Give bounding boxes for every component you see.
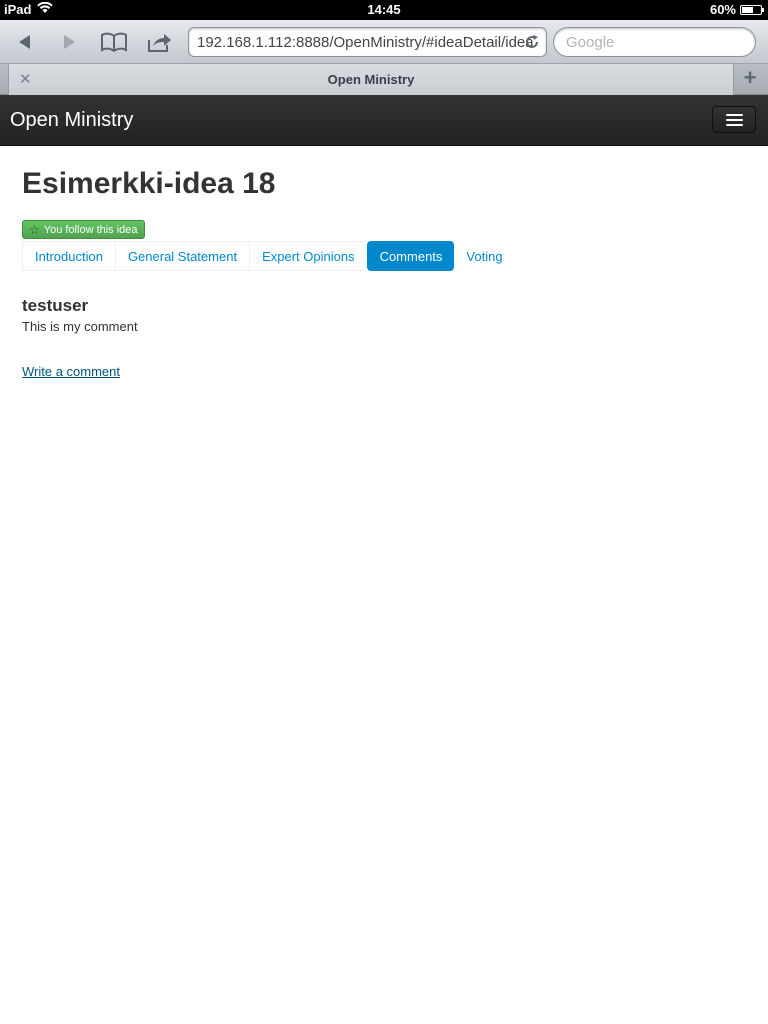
tab-comments[interactable]: Comments <box>366 241 455 271</box>
star-icon: ☆ <box>29 222 40 237</box>
brand-link[interactable]: Open Ministry <box>10 109 133 132</box>
back-arrow-icon[interactable] <box>8 27 42 57</box>
page-title: Esimerkki-idea 18 <box>22 167 276 200</box>
tab-title: Open Ministry <box>327 72 415 87</box>
comment-item: testuser This is my comment <box>22 295 746 334</box>
search-input[interactable]: Google <box>553 27 756 57</box>
tab-introduction[interactable]: Introduction <box>22 241 115 271</box>
tab-general-statement[interactable]: General Statement <box>114 241 250 271</box>
browser-tab-bar: ✕ Open Ministry + <box>0 64 768 95</box>
tab-expert-opinions[interactable]: Expert Opinions <box>249 241 367 271</box>
write-comment-link[interactable]: Write a comment <box>22 364 120 379</box>
battery-percent: 60% <box>709 2 736 17</box>
app-navbar: Open Ministry <box>0 95 768 146</box>
tab-voting[interactable]: Voting <box>454 241 515 271</box>
follow-status-badge[interactable]: ☆ You follow this idea <box>22 220 145 239</box>
idea-tabs: Introduction General Statement Expert Op… <box>22 241 746 271</box>
url-text: 192.168.1.112:8888/OpenMinistry/#ideaDet… <box>197 34 534 51</box>
comment-author: testuser <box>22 296 89 315</box>
follow-badge-label: You follow this idea <box>43 223 138 236</box>
main-content: Esimerkki-idea 18 ☆ You follow this idea… <box>22 146 746 381</box>
status-bar: iPad 14:45 60% <box>0 0 768 20</box>
search-placeholder: Google <box>566 34 615 51</box>
clock: 14:45 <box>367 2 401 17</box>
browser-tab[interactable]: ✕ Open Ministry <box>8 64 734 95</box>
forward-arrow-icon[interactable] <box>52 27 86 57</box>
bookmarks-book-icon[interactable] <box>97 27 131 57</box>
battery-icon <box>740 4 764 15</box>
share-icon[interactable] <box>143 27 177 57</box>
comment-text: This is my comment <box>22 319 138 334</box>
plus-icon[interactable]: + <box>736 65 764 93</box>
hamburger-menu-icon[interactable] <box>712 106 756 133</box>
url-field[interactable]: 192.168.1.112:8888/OpenMinistry/#ideaDet… <box>188 27 547 57</box>
reload-icon[interactable] <box>524 34 540 55</box>
browser-toolbar: 192.168.1.112:8888/OpenMinistry/#ideaDet… <box>0 20 768 64</box>
